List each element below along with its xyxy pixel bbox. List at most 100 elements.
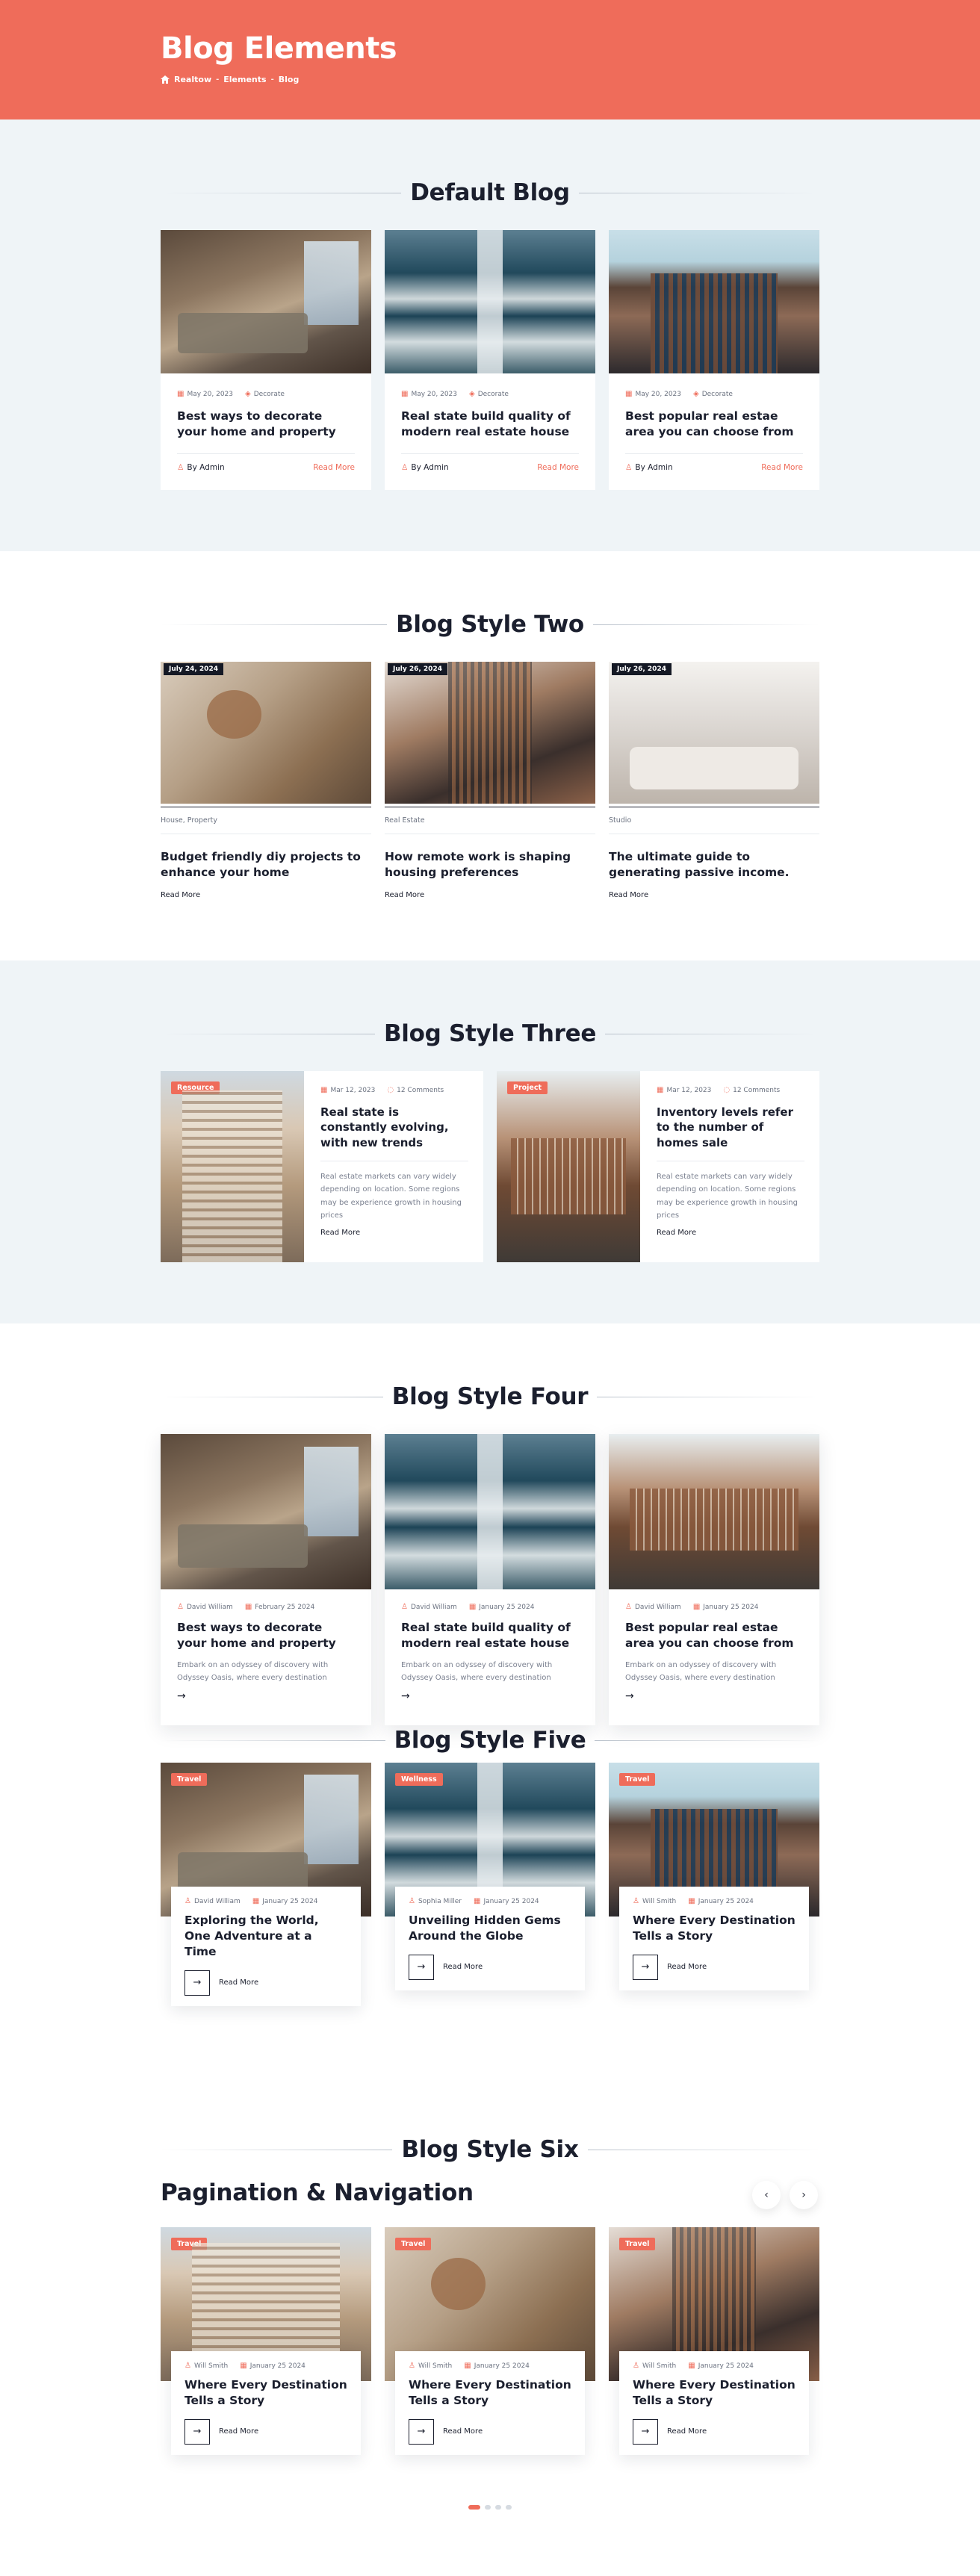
arrow-right-icon[interactable]: → [409, 2418, 434, 2445]
read-more-link[interactable]: Read More [219, 2427, 258, 2436]
blog-title[interactable]: Real state is constantly evolving, with … [320, 1105, 468, 1150]
tag-icon: ◈ [469, 390, 475, 398]
blog-title[interactable]: Where Every Destination Tells a Story [409, 2377, 571, 2409]
arrow-right-icon[interactable]: → [184, 2418, 210, 2445]
blog-card[interactable]: Wellness ♙ Sophia Miller ▦ January 25 2024 … [385, 1763, 595, 2002]
arrow-right-icon[interactable]: → [625, 1690, 803, 1702]
category-badge[interactable]: Travel [171, 2238, 208, 2250]
arrow-right-icon[interactable]: → [409, 1954, 434, 1980]
read-more-link[interactable]: Read More [161, 891, 371, 899]
blog-title[interactable]: Unveiling Hidden Gems Around the Globe [409, 1913, 571, 1944]
pagination-dot[interactable] [495, 2505, 501, 2510]
category-badge[interactable]: Travel [619, 1773, 656, 1786]
user-icon: ♙ [177, 1603, 184, 1611]
blog-title[interactable]: Exploring the World, One Adventure at a … [184, 1913, 347, 1960]
blog-title[interactable]: Real state build quality of modern real … [401, 1620, 579, 1651]
blog-image[interactable] [609, 230, 819, 373]
blog-card[interactable]: Resource ▦ Mar 12, 2023 ◌ 12 Comments Real … [161, 1071, 483, 1262]
arrow-right-icon[interactable]: → [633, 1954, 658, 1980]
category-badge[interactable]: Travel [171, 1773, 208, 1786]
blog-card[interactable]: July 24, 2024 House, Property Budget fri… [161, 662, 371, 908]
pagination-dot[interactable] [506, 2505, 512, 2510]
blog-image[interactable] [161, 1434, 371, 1589]
calendar-icon: ▦ [692, 1603, 701, 1611]
blog-category[interactable]: Decorate [478, 391, 509, 398]
category-badge[interactable]: Project [507, 1081, 548, 1094]
blog-image[interactable] [609, 1434, 819, 1589]
blog-title[interactable]: Best ways to decorate your home and prop… [177, 409, 355, 440]
blog-title[interactable]: Where Every Destination Tells a Story [184, 2377, 347, 2409]
pagination-dot-active[interactable] [468, 2505, 480, 2510]
blog-card[interactable]: Travel ♙ Will Smith ▦ January 25 2024 Where… [609, 2227, 819, 2466]
blog-card[interactable]: ▦ May 20, 2023 ◈ Decorate Best ways to deco… [161, 230, 371, 490]
read-more-link[interactable]: Read More [537, 463, 579, 472]
blog-card[interactable]: ♙ David William ▦ January 25 2024 Real stat… [385, 1434, 595, 1725]
read-more-link[interactable]: Read More [313, 463, 355, 472]
read-more-link[interactable]: Read More [320, 1229, 468, 1237]
blog-title[interactable]: Inventory levels refer to the number of … [657, 1105, 804, 1150]
blog-title[interactable]: Best popular real estae area you can cho… [625, 409, 803, 440]
blog-image[interactable]: Project [497, 1071, 640, 1262]
category-badge[interactable]: Travel [395, 2238, 432, 2250]
blog-card[interactable]: ▦ May 20, 2023 ◈ Decorate Real state build … [385, 230, 595, 490]
blog-image[interactable] [385, 1434, 595, 1589]
blog-card[interactable]: ♙ David William ▦ January 25 2024 Best popu… [609, 1434, 819, 1725]
read-more-link[interactable]: Read More [219, 1978, 258, 1987]
blog-image[interactable]: July 26, 2024 [385, 662, 595, 804]
blog-title[interactable]: Best ways to decorate your home and prop… [177, 1620, 355, 1651]
blog-card[interactable]: Project ▦ Mar 12, 2023 ◌ 12 Comments Invent… [497, 1071, 819, 1262]
blog-category[interactable]: Decorate [254, 391, 285, 398]
breadcrumb-home[interactable]: Realtow [174, 75, 211, 84]
blog-category[interactable]: Studio [609, 816, 819, 825]
blog-title[interactable]: The ultimate guide to generating passive… [609, 849, 819, 881]
category-badge[interactable]: Resource [171, 1081, 220, 1094]
read-more-link[interactable]: Read More [609, 891, 819, 899]
blog-title[interactable]: Budget friendly diy projects to enhance … [161, 849, 371, 881]
blog-title[interactable]: How remote work is shaping housing prefe… [385, 849, 595, 881]
carousel-next-button[interactable]: › [790, 2181, 818, 2209]
blog-card[interactable]: Travel ♙ Will Smith ▦ January 25 2024 Where… [609, 1763, 819, 2002]
user-icon: ♙ [184, 2362, 191, 2370]
blog-image[interactable]: July 26, 2024 [609, 662, 819, 804]
read-more-link[interactable]: Read More [667, 1963, 707, 1971]
blog-category[interactable]: Decorate [702, 391, 733, 398]
arrow-right-icon[interactable]: → [401, 1690, 579, 1702]
read-more-link[interactable]: Read More [443, 2427, 483, 2436]
blog-image[interactable] [385, 230, 595, 373]
read-more-link[interactable]: Read More [761, 463, 803, 472]
blog-title[interactable]: Real state build quality of modern real … [401, 409, 579, 440]
section-blog-style-four: Blog Style Four ♙ David William ▦ February … [0, 1323, 980, 1727]
blog-category[interactable]: Real Estate [385, 816, 595, 825]
blog-title[interactable]: Where Every Destination Tells a Story [633, 1913, 796, 1944]
blog-comments[interactable]: 12 Comments [397, 1087, 444, 1094]
blog-card[interactable]: ♙ David William ▦ February 25 2024 Best way… [161, 1434, 371, 1725]
blog-category[interactable]: House, Property [161, 816, 371, 825]
blog-title[interactable]: Best popular real estae area you can cho… [625, 1620, 803, 1651]
blog-image[interactable]: July 24, 2024 [161, 662, 371, 804]
blog-author: Will Smith [418, 2362, 453, 2370]
blog-title[interactable]: Where Every Destination Tells a Story [633, 2377, 796, 2409]
pagination-dot[interactable] [485, 2505, 491, 2510]
category-badge[interactable]: Travel [619, 2238, 656, 2250]
arrow-right-icon[interactable]: → [633, 2418, 658, 2445]
blog-card[interactable]: July 26, 2024 Studio The ultimate guide … [609, 662, 819, 908]
blog-image[interactable] [161, 230, 371, 373]
breadcrumb-elements[interactable]: Elements [223, 75, 266, 84]
blog-card[interactable]: ▦ May 20, 2023 ◈ Decorate Best popular real… [609, 230, 819, 490]
blog-card[interactable]: Travel ♙ David William ▦ January 25 2024 Ex… [161, 1763, 371, 2006]
arrow-right-icon[interactable]: → [177, 1690, 355, 1702]
read-more-link[interactable]: Read More [385, 891, 595, 899]
arrow-right-icon[interactable]: → [184, 1970, 210, 1996]
blog-image[interactable]: Resource [161, 1071, 304, 1262]
read-more-link[interactable]: Read More [667, 2427, 707, 2436]
blog-card[interactable]: Travel ♙ Will Smith ▦ January 25 2024 Where… [385, 2227, 595, 2466]
category-badge[interactable]: Wellness [395, 1773, 443, 1786]
read-more-link[interactable]: Read More [657, 1229, 804, 1237]
blog-date: January 25 2024 [479, 1604, 535, 1611]
blog-card[interactable]: July 26, 2024 Real Estate How remote wor… [385, 662, 595, 908]
blog-comments[interactable]: 12 Comments [733, 1087, 780, 1094]
read-more-link[interactable]: Read More [443, 1963, 483, 1971]
carousel-prev-button[interactable]: ‹ [752, 2181, 781, 2209]
section-heading: Blog Style Four [161, 1383, 819, 1410]
blog-card[interactable]: Travel ♙ Will Smith ▦ January 25 2024 Where… [161, 2227, 371, 2466]
